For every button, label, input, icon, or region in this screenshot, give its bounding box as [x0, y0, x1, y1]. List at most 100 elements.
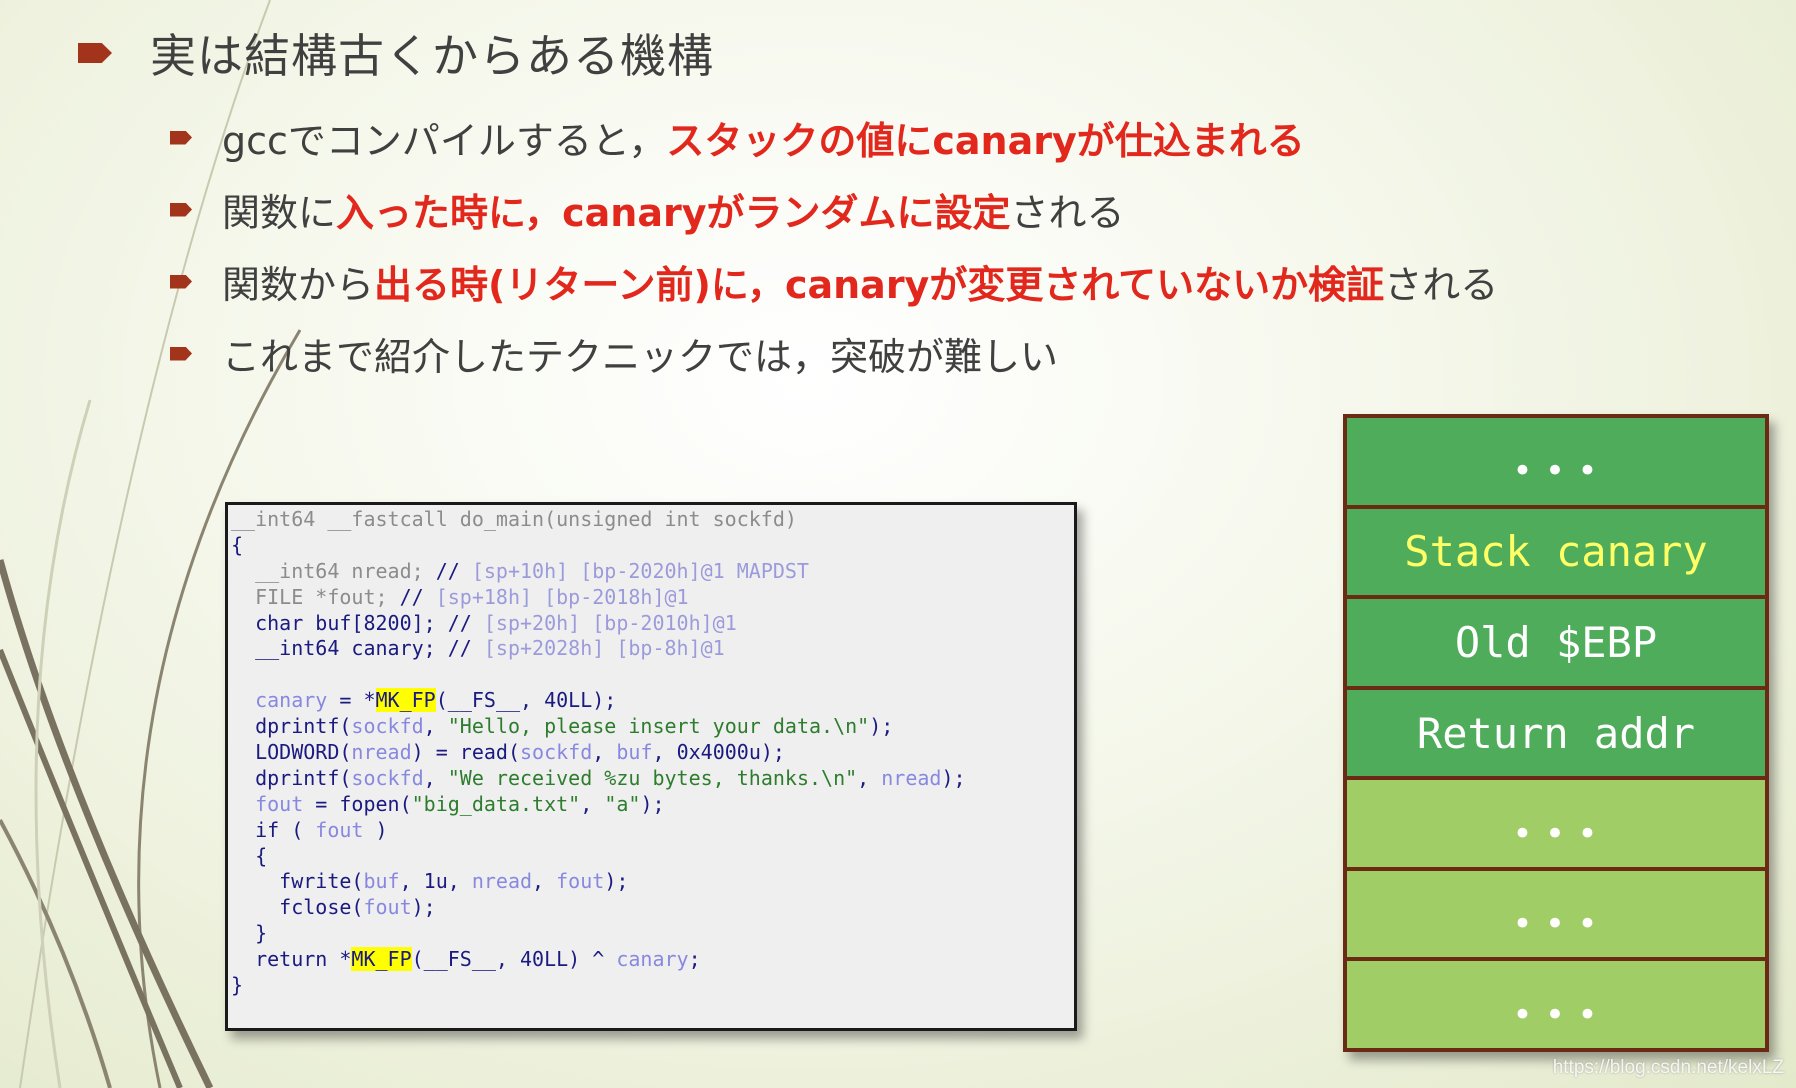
- bullet-text: 関数に入った時に，canaryがランダムに設定される: [222, 182, 1125, 237]
- code-token: "a": [604, 791, 641, 816]
- code-token: return *: [231, 947, 352, 972]
- code-token: (__FS__, 40LL);: [435, 688, 617, 713]
- code-token: fclose(: [231, 895, 364, 920]
- code-token: sockfd: [351, 714, 424, 739]
- code-token: char buf[8200];: [231, 610, 448, 635]
- stack-cell-label: •••: [1512, 451, 1610, 492]
- code-token: ,: [857, 765, 882, 790]
- slide-title-text: 実は結構古くからある機構: [150, 29, 714, 83]
- code-token: nread: [471, 869, 533, 894]
- stack-cell-old-ebp: Old $EBP: [1347, 599, 1765, 690]
- code-line: char buf[8200]; // [sp+20h] [bp-2010h]@1: [231, 611, 1074, 637]
- code-line: fout = fopen("big_data.txt", "a");: [231, 792, 1074, 818]
- plain-text: される: [1010, 191, 1125, 235]
- bullet-item: 関数から出る時(リターン前)に，canaryが変更されていないか検証される: [170, 254, 1498, 309]
- slide-title: 実は結構古くからある機構: [78, 20, 714, 86]
- plain-text: これまで紹介したテクニックでは，突破が難しい: [222, 335, 1059, 379]
- code-token: [sp+20h] [bp-2010h]@1: [483, 610, 737, 635]
- code-line: {: [231, 533, 1074, 559]
- code-token: dprintf(: [231, 714, 352, 739]
- stack-cell-ellipsis: •••: [1347, 780, 1765, 871]
- code-token: canary: [255, 688, 328, 713]
- code-token: nread: [351, 740, 412, 765]
- code-line: LODWORD(nread) = read(sockfd, buf, 0x400…: [231, 740, 1074, 766]
- code-line: }: [231, 921, 1074, 947]
- code-token: //: [399, 584, 436, 609]
- code-token: buf: [363, 869, 400, 894]
- stack-cell-ellipsis: •••: [1347, 870, 1765, 962]
- code-token: buf: [616, 740, 653, 765]
- bullet-item: gccでコンパイルすると，スタックの値にcanaryが仕込まれる: [170, 110, 1305, 165]
- code-token: [sp+2028h] [bp-8h]@1: [483, 636, 725, 661]
- stack-cell-label: Stack canary: [1404, 527, 1708, 577]
- code-token: );: [604, 869, 629, 894]
- code-token: fout: [363, 895, 412, 920]
- code-line: __int64 __fastcall do_main(unsigned int …: [231, 507, 1074, 533]
- code-token: );: [869, 714, 894, 739]
- code-token: fout: [255, 791, 304, 816]
- highlighted-text: 出る時(リターン前)に，canaryが変更されていないか検証: [374, 263, 1385, 307]
- highlighted-text: 入った時に，canaryがランダムに設定: [336, 191, 1011, 235]
- code-token: {: [231, 843, 268, 868]
- code-token: __int64 __fastcall do_main(unsigned int …: [231, 507, 797, 531]
- code-line: dprintf(sockfd, "Hello, please insert yo…: [231, 714, 1074, 740]
- code-line: return *MK_FP(__FS__, 40LL) ^ canary;: [231, 947, 1074, 973]
- code-token: );: [411, 895, 436, 920]
- stack-cell-stack-canary: Stack canary: [1347, 508, 1765, 600]
- code-token: [sp+10h] [bp-2020h]@1 MAPDST: [471, 558, 809, 583]
- bullet-arrow-icon: [170, 202, 192, 217]
- code-token: fout: [556, 869, 605, 894]
- decompiled-code-panel: __int64 __fastcall do_main(unsigned int …: [225, 502, 1077, 1031]
- code-token: ,: [592, 740, 617, 765]
- code-token: {: [231, 532, 244, 557]
- bullet-arrow-icon: [170, 130, 192, 145]
- code-token: );: [941, 765, 966, 790]
- code-token: "Hello, please insert your data.\n": [447, 714, 870, 739]
- code-line: {: [231, 844, 1074, 870]
- code-line: canary = *MK_FP(__FS__, 40LL);: [231, 688, 1074, 714]
- code-line: fclose(fout);: [231, 895, 1074, 921]
- code-token: __int64 canary;: [231, 636, 448, 661]
- stack-cell-label: Return addr: [1416, 708, 1696, 758]
- plain-text: gccでコンパイルすると，: [222, 119, 667, 163]
- plain-text: 関数から: [222, 263, 375, 307]
- highlighted-text: スタックの値にcanaryが仕込まれる: [666, 119, 1305, 163]
- plain-text: される: [1384, 263, 1499, 307]
- bullet-text: gccでコンパイルすると，スタックの値にcanaryが仕込まれる: [222, 110, 1305, 165]
- code-token: }: [231, 921, 268, 946]
- bullet-text: これまで紹介したテクニックでは，突破が難しい: [222, 326, 1058, 381]
- code-line: }: [231, 973, 1074, 999]
- code-token: ,: [423, 714, 448, 739]
- code-token: canary: [616, 947, 689, 972]
- stack-cell-label: Old $EBP: [1454, 617, 1658, 667]
- code-token: dprintf(: [231, 765, 352, 790]
- stack-cell-return-addr: Return addr: [1347, 689, 1765, 781]
- decor-curve: [0, 559, 214, 1088]
- code-token: = *: [327, 688, 376, 713]
- code-line: dprintf(sockfd, "We received %zu bytes, …: [231, 766, 1074, 792]
- code-token: "We received %zu bytes, thanks.\n": [447, 765, 858, 790]
- decor-curve: [0, 819, 112, 1088]
- watermark: https://blog.csdn.net/kelxLZ: [1552, 1057, 1784, 1078]
- code-line: __int64 canary; // [sp+2028h] [bp-8h]@1: [231, 636, 1074, 662]
- bullet-item: 関数に入った時に，canaryがランダムに設定される: [170, 182, 1125, 237]
- code-token: , 1u,: [399, 869, 472, 894]
- decor-curve: [0, 648, 183, 1088]
- code-token: sockfd: [351, 765, 424, 790]
- stack-cell-label: •••: [1512, 813, 1610, 854]
- bullet-item: これまで紹介したテクニックでは，突破が難しい: [170, 326, 1058, 381]
- code-token: nread: [881, 765, 942, 790]
- code-token: , 0x4000u);: [652, 740, 785, 765]
- code-token: ,: [423, 765, 448, 790]
- code-token: if (: [231, 817, 316, 842]
- code-token: __int64 nread;: [231, 558, 436, 583]
- code-line: if ( fout ): [231, 818, 1074, 844]
- plain-text: 関数に: [222, 191, 337, 235]
- bullet-arrow-icon: [170, 346, 192, 361]
- code-token: "big_data.txt": [411, 791, 581, 816]
- code-token: ,: [580, 791, 605, 816]
- stack-diagram: ••• Stack canary Old $EBP Return addr ••• •••…: [1343, 414, 1769, 1052]
- code-token: fout: [315, 817, 364, 842]
